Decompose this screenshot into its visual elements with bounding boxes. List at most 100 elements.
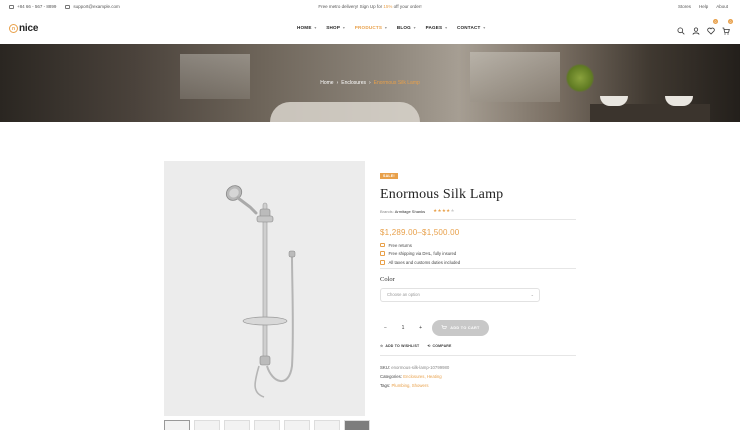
hero-window-decor [470, 52, 560, 102]
chevron-right-icon: › [336, 80, 339, 86]
main-nav: HOME ▼ SHOP ▼ PRODUCTS ▼ BLOG ▼ PAGES ▼ CONTA… [297, 25, 486, 30]
sale-badge: SALE! [380, 172, 398, 180]
cart-icon [441, 325, 448, 331]
nav-shop[interactable]: SHOP ▼ [326, 25, 346, 30]
breadcrumb-category[interactable]: Enclosures [341, 80, 366, 86]
thumbnail-7[interactable] [344, 420, 370, 430]
site-header: n nice HOME ▼ SHOP ▼ PRODUCTS ▼ BLOG ▼ PAGES… [0, 13, 740, 43]
top-bar: +84 66 - 567 - 8899 support@example.com … [0, 0, 740, 13]
add-to-wishlist-link[interactable]: ☆ ADD TO WISHLIST [380, 344, 419, 348]
hero-plant-decor [565, 64, 595, 92]
compare-icon: ⟲ [427, 343, 431, 348]
promo-message: Free metro delivery! Sign Up for 15% off… [0, 4, 740, 9]
chevron-down-icon: ▼ [384, 25, 388, 30]
product-actions: ☆ ADD TO WISHLIST ⟲ COMPARE [380, 344, 580, 348]
add-to-cart-button[interactable]: ADD TO CART [432, 319, 489, 336]
qty-plus-button[interactable]: + [419, 325, 422, 331]
site-logo[interactable]: n nice [9, 23, 38, 34]
compare-label: COMPARE [432, 343, 452, 348]
tags-label: Tags: [380, 382, 391, 388]
nav-contact[interactable]: CONTACT ▼ [457, 25, 486, 30]
nav-products[interactable]: PRODUCTS ▼ [355, 25, 388, 30]
product-price: $1,289.00–$1,500.00 [380, 227, 460, 237]
nav-blog[interactable]: BLOG ▼ [397, 25, 417, 30]
breadcrumb-current: Enormous Silk Lamp [373, 80, 420, 86]
topbar-link-stores[interactable]: Stores [678, 4, 691, 9]
categories-links[interactable]: Enclosures, Heating [403, 374, 441, 379]
thumbnail-5[interactable] [284, 420, 310, 430]
thumbnail-4[interactable] [254, 420, 280, 430]
brand-label: Brands: [380, 208, 394, 214]
sku-row: SKU: enormous-silk-lamp-10799980 [380, 365, 580, 370]
nav-home-label: HOME [297, 25, 312, 30]
product-meta: SKU: enormous-silk-lamp-10799980 Categor… [380, 365, 580, 388]
divider [380, 219, 576, 220]
star-icon: ☆ [380, 343, 384, 348]
promo-text: Free metro delivery! Sign Up for [318, 4, 384, 9]
brand-row: Brands: Armitage Shanks ★★★★★ [380, 208, 580, 214]
user-icon[interactable] [692, 22, 700, 35]
divider [380, 268, 576, 269]
chevron-right-icon: › [368, 80, 371, 86]
topbar-link-about[interactable]: About [716, 4, 728, 9]
thumbnail-6[interactable] [314, 420, 340, 430]
cart-icon[interactable]: 0 [722, 19, 733, 35]
quantity-stepper: − 1 + [380, 320, 426, 336]
chevron-down-icon: ▼ [342, 25, 346, 30]
sku-value: enormous-silk-lamp-10799980 [391, 364, 450, 370]
feature-text: All taxes and customs duties included [388, 259, 461, 265]
color-select[interactable]: Choose an option ⌄ [380, 287, 540, 302]
chevron-down-icon: ▼ [444, 25, 448, 30]
wishlist-count: 0 [713, 19, 718, 24]
returns-icon [380, 242, 385, 248]
tax-icon [380, 260, 385, 265]
topbar-link-help[interactable]: Help [699, 4, 708, 9]
star-rating[interactable]: ★★★★★ [433, 208, 455, 214]
feature-item: Free shipping via DHL, fully insured [380, 251, 580, 256]
qty-minus-button[interactable]: − [384, 325, 387, 331]
chevron-down-icon: ▼ [313, 25, 318, 30]
breadcrumb-home[interactable]: Home [320, 80, 333, 86]
search-icon[interactable] [677, 22, 685, 35]
shower-set-image [225, 185, 296, 398]
tags-links[interactable]: Plumbing, Showers [391, 383, 428, 388]
page-hero-banner: Home › Enclosures › Enormous Silk Lamp [0, 44, 740, 122]
qty-input[interactable]: 1 [402, 325, 405, 331]
shipping-icon [380, 251, 385, 256]
product-title: Enormous Silk Lamp [380, 187, 504, 202]
hero-bathtub-decor [270, 102, 420, 122]
tags-row: Tags: Plumbing, Showers [380, 383, 580, 388]
nav-pages-label: PAGES [425, 25, 443, 30]
cart-count: 0 [728, 19, 733, 24]
star-rating-filled: ★★★★ [433, 208, 451, 213]
thumbnail-2[interactable] [194, 420, 220, 430]
nav-pages[interactable]: PAGES ▼ [426, 25, 448, 30]
brand-info: Brands: Armitage Shanks [380, 209, 425, 214]
logo-badge: n [9, 24, 18, 33]
star-rating-empty: ★ [450, 208, 455, 213]
wishlist-icon[interactable]: 0 [707, 19, 718, 35]
feature-item: All taxes and customs duties included [380, 260, 580, 265]
nav-shop-label: SHOP [326, 25, 341, 30]
nav-blog-label: BLOG [396, 25, 411, 30]
categories-label: Categories: [380, 373, 402, 379]
hero-window-decor [180, 54, 250, 99]
thumbnail-1[interactable] [164, 420, 190, 430]
breadcrumb: Home › Enclosures › Enormous Silk Lamp [0, 80, 740, 86]
feature-text: Free returns [388, 242, 412, 248]
chevron-down-icon: ⌄ [530, 292, 534, 298]
nav-products-label: PRODUCTS [354, 25, 383, 30]
chevron-down-icon: ▼ [412, 25, 417, 30]
brand-link[interactable]: Armitage Shanks [395, 209, 425, 214]
categories-row: Categories: Enclosures, Heating [380, 374, 580, 379]
logo-text: nice [19, 23, 39, 34]
thumbnail-3[interactable] [224, 420, 250, 430]
nav-contact-label: CONTACT [457, 25, 481, 30]
add-to-cart-label: ADD TO CART [450, 325, 480, 330]
product-summary: SALE! Enormous Silk Lamp Brands: Armitag… [380, 164, 580, 392]
product-main-image[interactable] [164, 161, 365, 416]
feature-text: Free shipping via DHL, fully insured [388, 251, 457, 257]
compare-link[interactable]: ⟲ COMPARE [427, 344, 451, 348]
add-to-cart-row: − 1 + ADD TO CART [380, 319, 580, 336]
nav-home[interactable]: HOME ▼ [297, 25, 317, 30]
